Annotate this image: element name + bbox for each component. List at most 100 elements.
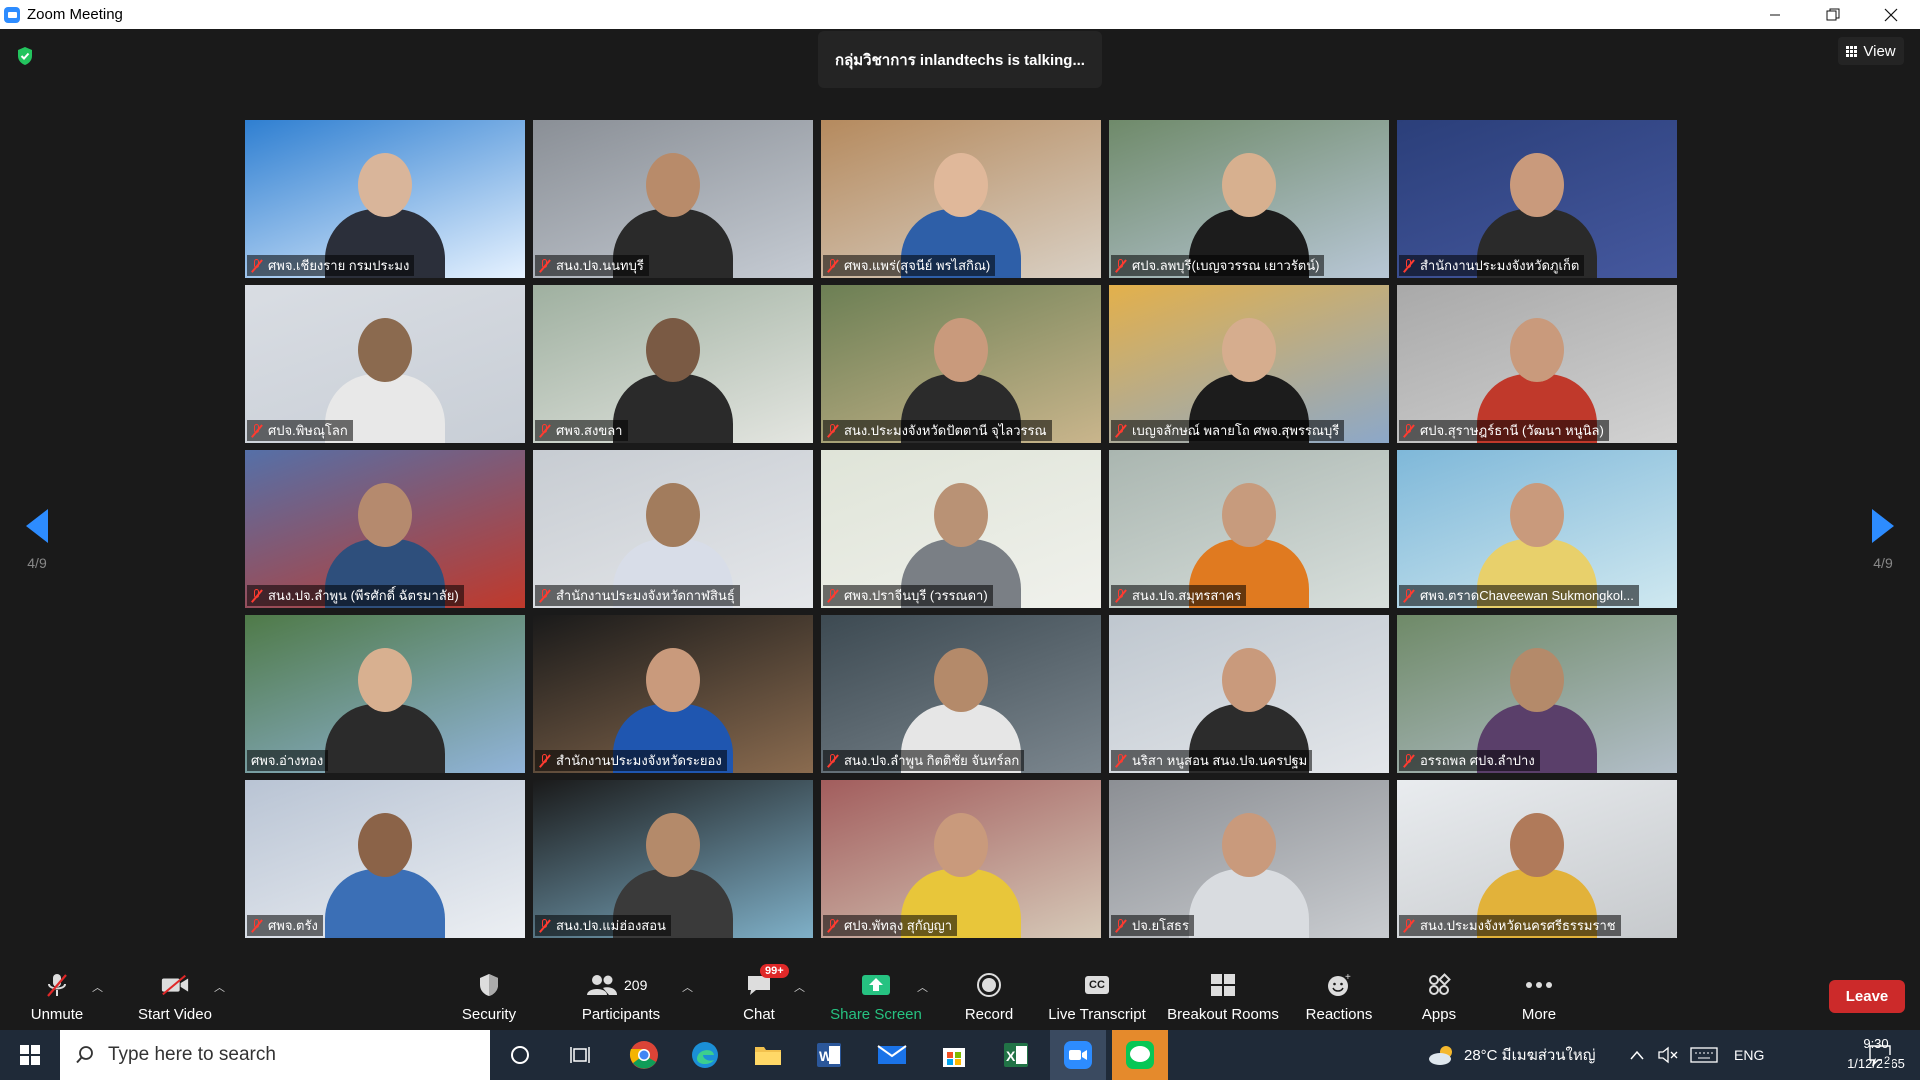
gallery-grid-icon (1846, 45, 1858, 57)
participant-video-tile[interactable]: ศพจ.สงขลา (533, 285, 813, 443)
participant-name: ศพจ.อ่างทอง (251, 753, 324, 768)
svg-text:+: + (1345, 972, 1351, 983)
microphone-muted-icon (1115, 258, 1126, 273)
participant-head (358, 813, 412, 877)
participant-video-tile[interactable]: สนง.ประมงจังหวัดปัตตานี จุไลวรรณ (821, 285, 1101, 443)
excel-icon[interactable]: X (988, 1030, 1044, 1080)
participant-video-tile[interactable]: สนง.ประมงจังหวัดนครศรีธรรมราช (1397, 780, 1677, 938)
cortana-icon[interactable] (492, 1030, 548, 1080)
input-language-indicator[interactable]: ENG (1734, 1030, 1764, 1080)
left-arrow-icon (26, 509, 48, 543)
meeting-toolbar: Unmute ︿ Start Video ︿ Security 209 Part… (0, 959, 1920, 1030)
store-icon[interactable] (926, 1030, 982, 1080)
taskbar-search-box[interactable]: Type here to search (60, 1030, 490, 1080)
participant-video-tile[interactable]: ศปจ.สุราษฎร์ธานี (วัฒนา หนูนิล) (1397, 285, 1677, 443)
breakout-rooms-label: Breakout Rooms (1167, 1006, 1279, 1023)
participant-video-tile[interactable]: ศพจ.ปราจีนบุรี (วรรณดา) (821, 450, 1101, 608)
record-button[interactable]: Record (960, 959, 1018, 1030)
next-page-button[interactable]: 4/9 (1848, 509, 1918, 571)
encryption-shield-icon[interactable] (16, 46, 34, 66)
weather-text: 28°C มีเมฆส่วนใหญ่ (1464, 1047, 1596, 1064)
chat-label: Chat (743, 1006, 775, 1023)
edge-icon[interactable] (677, 1030, 733, 1080)
share-options-caret-icon[interactable]: ︿ (917, 979, 928, 995)
participant-head (934, 813, 988, 877)
weather-cloud-icon (1429, 1046, 1452, 1065)
participant-nameplate: ศพจ.เชียงราย กรมประมง (247, 255, 415, 276)
page-indicator: 4/9 (27, 555, 47, 571)
apps-button[interactable]: Apps (1418, 959, 1460, 1030)
restore-icon[interactable] (1804, 0, 1862, 29)
participant-nameplate: สนง.ประมงจังหวัดนครศรีธรรมราช (1399, 915, 1621, 936)
active-speaker-banner: กลุ่มวิชาการ inlandtechs is talking... (818, 31, 1102, 88)
participant-nameplate: สำนักงานประมงจังหวัดระยอง (535, 750, 727, 771)
participant-video-tile[interactable]: สนง.ปจ.นนทบุรี (533, 120, 813, 278)
close-icon[interactable] (1862, 0, 1920, 29)
participant-video-tile[interactable]: ปจ.ยโสธร (1109, 780, 1389, 938)
participant-nameplate: สนง.ปจ.ลำพูน กิตติชัย จันทร์ลก (823, 750, 1025, 771)
more-button[interactable]: More (1516, 959, 1562, 1030)
participant-name: สนง.ปจ.แม่ฮ่องสอน (556, 918, 666, 933)
cc-text: CC (1085, 976, 1109, 994)
keyboard-icon[interactable] (1690, 1030, 1718, 1080)
participant-head (358, 648, 412, 712)
file-explorer-icon[interactable] (740, 1030, 796, 1080)
participant-nameplate: ศพจ.แพร่(สุจนีย์ พรไสกิณ) (823, 255, 996, 276)
participant-video-tile[interactable]: สำนักงานประมงจังหวัดระยอง (533, 615, 813, 773)
participant-video-tile[interactable]: สนง.ปจ.ลำพูน (พีรศักดิ์ ฉัตรมาลัย) (245, 450, 525, 608)
participant-video-tile[interactable]: ศพจ.เชียงราย กรมประมง (245, 120, 525, 278)
notification-center-icon[interactable]: 2 (1868, 1030, 1902, 1080)
participant-video-tile[interactable]: ศพจ.แพร่(สุจนีย์ พรไสกิณ) (821, 120, 1101, 278)
volume-muted-icon[interactable] (1658, 1030, 1680, 1080)
participant-video-tile[interactable]: สำนักงานประมงจังหวัดภูเก็ต (1397, 120, 1677, 278)
breakout-rooms-button[interactable]: Breakout Rooms (1165, 959, 1281, 1030)
chat-options-caret-icon[interactable]: ︿ (794, 979, 805, 995)
participant-video-tile[interactable]: ศพจ.ตราดChaveewan Sukmongkol... (1397, 450, 1677, 608)
microphone-muted-icon (827, 918, 838, 933)
task-view-icon[interactable] (552, 1030, 608, 1080)
start-video-button[interactable]: Start Video (132, 959, 218, 1030)
participant-name: สนง.ประมงจังหวัดนครศรีธรรมราช (1420, 918, 1616, 933)
participant-video-tile[interactable]: เบญจลักษณ์ พลายโถ ศพจ.สุพรรณบุรี (1109, 285, 1389, 443)
participant-video-tile[interactable]: ศปจ.ลพบุรี(เบญจวรรณ เยาวรัตน์) (1109, 120, 1389, 278)
microphone-muted-icon (42, 972, 72, 998)
line-icon[interactable] (1112, 1030, 1168, 1080)
participants-options-caret-icon[interactable]: ︿ (682, 979, 693, 995)
microphone-muted-icon (1403, 588, 1414, 603)
live-transcript-button[interactable]: CC Live Transcript (1046, 959, 1148, 1030)
leave-button[interactable]: Leave (1829, 980, 1905, 1013)
share-screen-button[interactable]: Share Screen (828, 959, 924, 1030)
participant-video-tile[interactable]: สำนักงานประมงจังหวัดกาฬสินธุ์ (533, 450, 813, 608)
participant-video-tile[interactable]: สนง.ปจ.ลำพูน กิตติชัย จันทร์ลก (821, 615, 1101, 773)
minimize-icon[interactable] (1746, 0, 1804, 29)
audio-options-caret-icon[interactable]: ︿ (92, 979, 103, 995)
participant-video-tile[interactable]: ศปจ.พัทลุง สุกัญญา (821, 780, 1101, 938)
unmute-button[interactable]: Unmute (24, 959, 90, 1030)
search-icon (76, 1046, 93, 1064)
participants-button[interactable]: 209 Participants (576, 959, 666, 1030)
participant-video-tile[interactable]: ศปจ.พิษณุโลก (245, 285, 525, 443)
right-arrow-icon (1872, 509, 1894, 543)
participant-video-tile[interactable]: สนง.ปจ.สมุทรสาคร (1109, 450, 1389, 608)
zoom-icon[interactable] (1050, 1030, 1106, 1080)
participant-name: ศพจ.แพร่(สุจนีย์ พรไสกิณ) (844, 258, 991, 273)
windows-start-icon[interactable] (0, 1030, 60, 1080)
view-button[interactable]: View (1838, 37, 1904, 65)
unmute-label: Unmute (30, 1006, 84, 1023)
word-icon[interactable]: W (801, 1030, 857, 1080)
chrome-icon[interactable] (616, 1030, 672, 1080)
tray-overflow-icon[interactable] (1630, 1030, 1644, 1080)
participant-name: ปจ.ยโสธร (1132, 918, 1189, 933)
participant-video-tile[interactable]: อรรถพล ศปจ.ลำปาง (1397, 615, 1677, 773)
participant-video-tile[interactable]: ศพจ.ตรัง (245, 780, 525, 938)
security-button[interactable]: Security (458, 959, 520, 1030)
reactions-button[interactable]: + Reactions (1304, 959, 1374, 1030)
participant-video-tile[interactable]: ศพจ.อ่างทอง (245, 615, 525, 773)
chat-button[interactable]: 99+ Chat (736, 959, 789, 1030)
participant-video-tile[interactable]: นริสา หนูสอน สนง.ปจ.นครปฐม (1109, 615, 1389, 773)
mail-icon[interactable] (864, 1030, 920, 1080)
weather-widget[interactable]: 28°C มีเมฆส่วนใหญ่ (1426, 1030, 1596, 1080)
previous-page-button[interactable]: 4/9 (2, 509, 72, 571)
video-options-caret-icon[interactable]: ︿ (214, 979, 225, 995)
participant-video-tile[interactable]: สนง.ปจ.แม่ฮ่องสอน (533, 780, 813, 938)
